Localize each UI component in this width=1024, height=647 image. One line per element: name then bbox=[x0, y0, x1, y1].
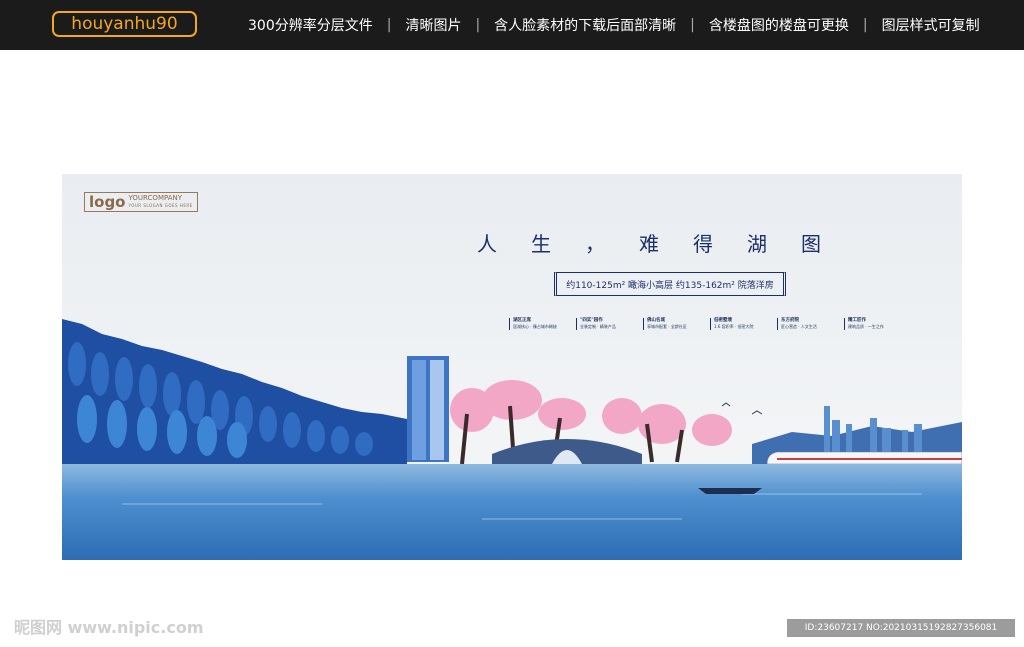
lake bbox=[62, 464, 962, 560]
nav-item-building-replace[interactable]: 含楼盘图的楼盘可更换 bbox=[709, 15, 849, 35]
feature-desc: 居湖核心 · 臻占城市稀缺 bbox=[513, 324, 557, 329]
feature-item: 佛山名城 享城市配套 · 全龄社区 bbox=[643, 318, 702, 330]
poster-image: logo YOURCOMPANY YOUR SLOGAN GOES HERE 人… bbox=[62, 174, 962, 560]
logo-mark: logo bbox=[89, 193, 126, 211]
logo-company: YOURCOMPANY bbox=[128, 194, 183, 202]
company-logo: logo YOURCOMPANY YOUR SLOGAN GOES HERE bbox=[84, 192, 198, 212]
bullet-train bbox=[766, 451, 962, 465]
feature-item: 低密墅境 1.6 容积率 · 低密大院 bbox=[710, 318, 769, 330]
nav-item-clear-image[interactable]: 清晰图片 bbox=[405, 15, 461, 35]
nav-separator: | bbox=[475, 17, 481, 33]
image-id-label: ID:23607217 NO:20210315192827356081 bbox=[787, 619, 1015, 637]
feature-desc: 匠心营造 · 人文生活 bbox=[781, 324, 817, 329]
feature-list: 湖区正席 居湖核心 · 臻占城市稀缺 "四实"园作 全装定制 · 精装产品 佛山… bbox=[509, 318, 903, 330]
top-bar: houyanhu90 300分辨率分层文件 | 清晰图片 | 含人脸素材的下载后… bbox=[0, 0, 1024, 50]
nav-separator: | bbox=[690, 17, 695, 33]
nav-separator: | bbox=[862, 17, 868, 33]
boat bbox=[698, 488, 762, 494]
nav-separator: | bbox=[386, 17, 392, 33]
brand-badge[interactable]: houyanhu90 bbox=[52, 11, 197, 37]
feature-desc: 享城市配套 · 全龄社区 bbox=[647, 324, 687, 329]
feature-item: 精工匠作 建筑品质 · 一生之作 bbox=[844, 318, 903, 330]
nav-item-face-clear[interactable]: 含人脸素材的下载后面部清晰 bbox=[494, 15, 676, 35]
feature-item: 东方府院 匠心营造 · 人文生活 bbox=[777, 318, 836, 330]
site-watermark: 昵图网 www.nipic.com bbox=[14, 618, 204, 637]
nav-list: 300分辨率分层文件 | 清晰图片 | 含人脸素材的下载后面部清晰 | 含楼盘图… bbox=[248, 0, 980, 50]
nav-item-resolution[interactable]: 300分辨率分层文件 bbox=[248, 15, 373, 35]
feature-item: "四实"园作 全装定制 · 精装产品 bbox=[576, 318, 635, 330]
feature-desc: 1.6 容积率 · 低密大院 bbox=[714, 324, 754, 329]
logo-slogan: YOUR SLOGAN GOES HERE bbox=[128, 203, 193, 208]
feature-item: 湖区正席 居湖核心 · 臻占城市稀缺 bbox=[509, 318, 568, 330]
feature-desc: 全装定制 · 精装产品 bbox=[580, 324, 616, 329]
feature-desc: 建筑品质 · 一生之作 bbox=[848, 324, 884, 329]
nav-item-layer-style[interactable]: 图层样式可复制 bbox=[882, 15, 980, 35]
tower-building bbox=[407, 356, 449, 462]
poster-headline: 人生，难得湖图 bbox=[477, 232, 855, 256]
area-scroll: 约110-125m² 瞰海小高层 约135-162m² 院落洋房 bbox=[554, 272, 786, 296]
